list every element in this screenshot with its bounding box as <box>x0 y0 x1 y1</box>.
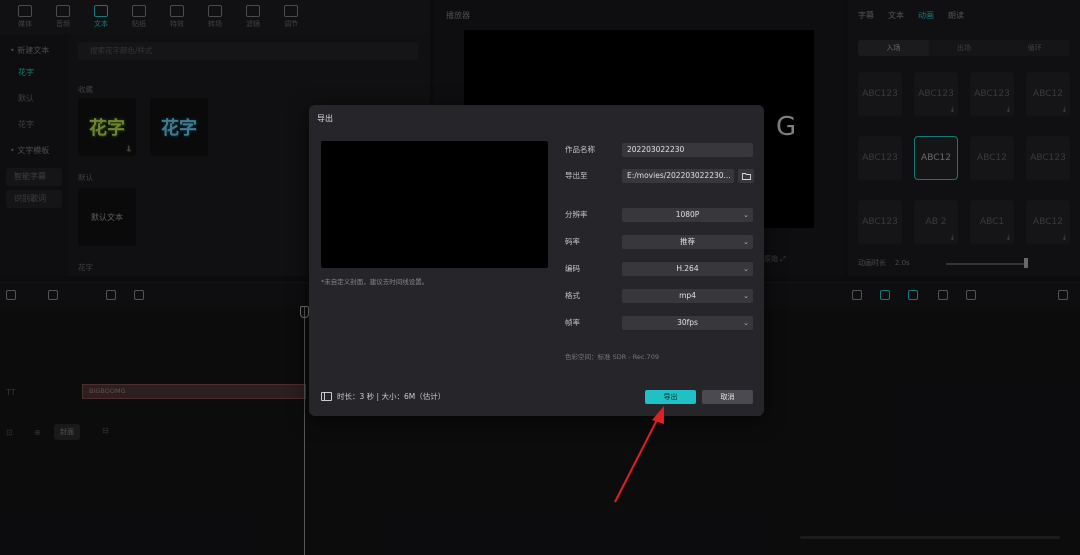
export-dialog: 导出 *未自定义封面，建议去时间线设置。 作品名称 202203022230 导… <box>309 105 764 416</box>
folder-icon <box>741 173 751 180</box>
export-path-row: 导出至 E:/movies/202203022230... <box>565 169 755 183</box>
export-summary: 时长：3 秒 | 大小：6M（估计） <box>321 391 445 402</box>
framerate-label: 帧率 <box>565 318 580 327</box>
framerate-value: 30fps <box>677 318 698 327</box>
codec-select[interactable]: H.264 ⌄ <box>622 262 753 276</box>
framerate-select[interactable]: 30fps ⌄ <box>622 316 753 330</box>
format-value: mp4 <box>679 291 696 300</box>
codec-label: 编码 <box>565 264 580 273</box>
chevron-down-icon: ⌄ <box>743 238 749 246</box>
format-select[interactable]: mp4 ⌄ <box>622 289 753 303</box>
resolution-value: 1080P <box>675 210 700 219</box>
color-space-info: 色彩空间：标准 SDR - Rec.709 <box>565 353 659 361</box>
bitrate-label: 码率 <box>565 237 580 246</box>
name-label: 作品名称 <box>565 145 595 154</box>
export-path-input[interactable]: E:/movies/202203022230... <box>622 169 734 183</box>
name-input[interactable]: 202203022230 <box>622 143 753 157</box>
framerate-row: 帧率 30fps ⌄ <box>565 316 755 330</box>
resolution-label: 分辨率 <box>565 210 588 219</box>
resolution-row: 分辨率 1080P ⌄ <box>565 208 755 222</box>
chevron-down-icon: ⌄ <box>743 211 749 219</box>
film-icon <box>321 392 332 401</box>
video-editor-app: 媒体 音频 文本 贴纸 特效 转场 滤镜 调节 • 新建文本 花字 默认 花字 … <box>0 0 1080 555</box>
chevron-down-icon: ⌄ <box>743 319 749 327</box>
cover-preview <box>321 141 548 268</box>
chevron-down-icon: ⌄ <box>743 292 749 300</box>
bitrate-row: 码率 推荐 ⌄ <box>565 235 755 249</box>
duration-size-info: 时长：3 秒 | 大小：6M（估计） <box>337 392 446 401</box>
export-path-label: 导出至 <box>565 171 588 180</box>
name-row: 作品名称 202203022230 <box>565 143 755 157</box>
resolution-select[interactable]: 1080P ⌄ <box>622 208 753 222</box>
bitrate-value: 推荐 <box>680 237 695 246</box>
codec-row: 编码 H.264 ⌄ <box>565 262 755 276</box>
cancel-button[interactable]: 取消 <box>702 390 753 404</box>
bitrate-select[interactable]: 推荐 ⌄ <box>622 235 753 249</box>
browse-folder-button[interactable] <box>738 169 754 183</box>
annotation-arrow <box>614 406 664 503</box>
format-row: 格式 mp4 ⌄ <box>565 289 755 303</box>
format-label: 格式 <box>565 291 580 300</box>
cover-note: *未自定义封面，建议去时间线设置。 <box>321 278 429 286</box>
codec-value: H.264 <box>676 264 699 273</box>
dialog-title: 导出 <box>317 114 333 123</box>
chevron-down-icon: ⌄ <box>743 265 749 273</box>
